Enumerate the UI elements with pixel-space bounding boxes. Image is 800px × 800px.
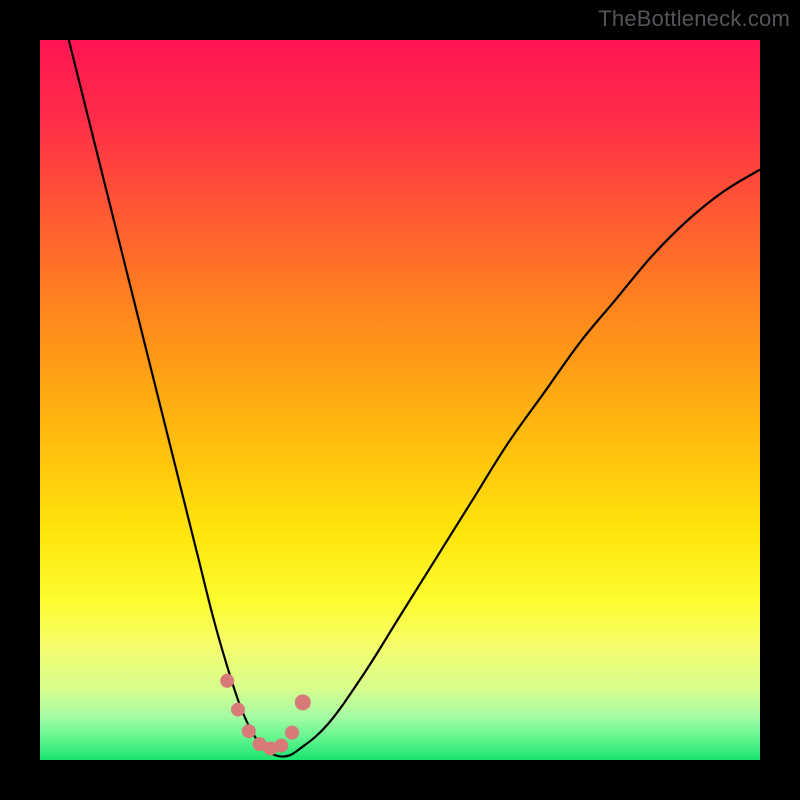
- curve-marker: [295, 694, 311, 710]
- watermark-text: TheBottleneck.com: [598, 6, 790, 32]
- curve-marker: [285, 726, 299, 740]
- curve-marker: [242, 724, 256, 738]
- curve-marker: [231, 703, 245, 717]
- curve-marker: [220, 674, 234, 688]
- chart-frame: TheBottleneck.com: [0, 0, 800, 800]
- curve-marker: [274, 739, 288, 753]
- bottleneck-curve: [69, 40, 760, 757]
- curve-svg: [40, 40, 760, 760]
- plot-area: [40, 40, 760, 760]
